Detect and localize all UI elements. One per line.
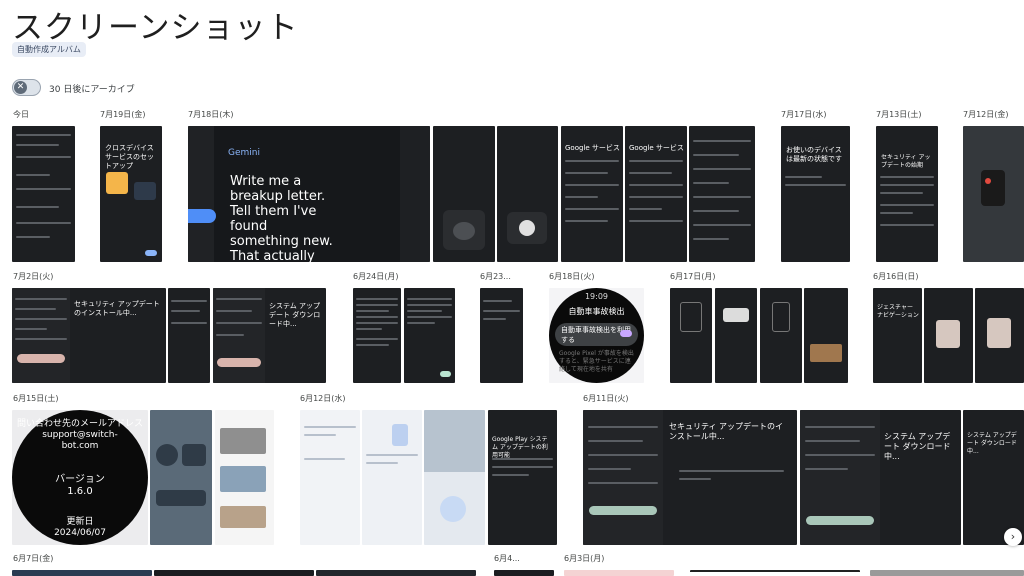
screenshot-thumbnail[interactable] xyxy=(12,570,152,576)
watch-text: 問い合わせ先のメールアドレス xyxy=(16,419,143,429)
screenshot-thumbnail[interactable] xyxy=(150,410,212,545)
screenshot-thumbnail[interactable] xyxy=(316,570,476,576)
screenshot-thumbnail[interactable]: システム アップデート ダウンロード中... xyxy=(800,410,961,545)
screenshot-thumbnail[interactable] xyxy=(670,288,712,383)
date-heading: 今日 xyxy=(13,110,29,119)
date-heading: 6月12日(水) xyxy=(300,394,346,403)
gemini-prompt-text: Write me a breakup letter. Tell them I'v… xyxy=(230,174,333,262)
screenshot-thumbnail[interactable] xyxy=(300,410,360,545)
tile-heading: クロスデバイス サービスのセットアップ xyxy=(105,144,154,170)
screenshot-thumbnail[interactable]: Google サービス xyxy=(561,126,623,262)
screenshot-thumbnail[interactable]: ジェスチャー ナビゲーション xyxy=(873,288,922,383)
screenshot-thumbnail[interactable] xyxy=(12,126,75,262)
date-heading: 6月4... xyxy=(494,554,520,563)
illustration xyxy=(188,209,216,223)
screenshot-thumbnail[interactable] xyxy=(497,126,558,262)
date-heading: 7月19日(金) xyxy=(100,110,146,119)
date-heading: 6月3日(月) xyxy=(564,554,605,563)
screenshot-thumbnail[interactable]: セキュリティ アップデートのインストール中... xyxy=(583,410,797,545)
screenshot-thumbnail[interactable] xyxy=(424,410,485,545)
date-heading: 7月18日(木) xyxy=(188,110,234,119)
screenshot-thumbnail[interactable] xyxy=(975,288,1024,383)
date-heading: 6月16日(日) xyxy=(873,272,919,281)
screenshot-thumbnail[interactable]: システム アップデート ダウンロード中... xyxy=(213,288,326,383)
archive-toggle[interactable]: ✕ xyxy=(12,79,41,96)
screenshot-thumbnail[interactable]: クロスデバイス サービスのセットアップ xyxy=(100,126,162,262)
screenshot-thumbnail[interactable] xyxy=(494,570,554,576)
screenshot-thumbnail[interactable]: 問い合わせ先のメールアドレス support@switch-bot.com バー… xyxy=(12,410,148,545)
date-heading: 6月23... xyxy=(480,272,511,281)
illustration xyxy=(134,182,156,200)
screenshot-thumbnail[interactable] xyxy=(924,288,973,383)
screenshot-thumbnail[interactable] xyxy=(433,126,495,262)
watch-email: support@switch-bot.com xyxy=(42,430,118,451)
date-heading: 7月13日(土) xyxy=(876,110,922,119)
page-title: スクリーンショット xyxy=(12,10,299,46)
wear-description: Google Pixel が事故を検出すると、緊急サービスに連絡して現在地を共有 xyxy=(559,350,634,373)
screenshot-thumbnail[interactable] xyxy=(564,570,674,576)
screenshot-thumbnail[interactable] xyxy=(760,288,802,383)
archive-toggle-label: 30 日後にアーカイブ xyxy=(49,85,135,95)
watch-updated-date: 2024/06/07 xyxy=(54,528,106,538)
tile-heading: システム アップデート ダウンロード中... xyxy=(884,432,951,461)
screenshot-thumbnail[interactable]: セキュリティ アップデートのインストール中... xyxy=(12,288,166,383)
close-icon: ✕ xyxy=(14,81,27,94)
screenshot-thumbnail[interactable]: セキュリティ アップデートの始期 xyxy=(876,126,938,262)
date-heading: 6月17日(月) xyxy=(670,272,716,281)
illustration xyxy=(106,172,128,194)
screenshot-thumbnail[interactable]: Gemini Write me a breakup letter. Tell t… xyxy=(188,126,430,262)
screenshot-thumbnail[interactable] xyxy=(404,288,455,383)
screenshot-thumbnail[interactable] xyxy=(353,288,401,383)
gemini-logo: Gemini xyxy=(228,148,260,158)
screenshot-thumbnail[interactable] xyxy=(362,410,422,545)
screenshot-thumbnail[interactable] xyxy=(154,570,314,576)
watch-updated-label: 更新日 xyxy=(66,517,94,527)
date-heading: 6月7日(金) xyxy=(13,554,54,563)
tile-heading: システム アップデート ダウンロード中... xyxy=(967,432,1017,455)
wear-toggle-row: 自動車事故検出を利用する xyxy=(555,323,638,346)
screenshot-thumbnail[interactable] xyxy=(215,410,274,545)
date-heading: 6月18日(火) xyxy=(549,272,595,281)
screenshot-thumbnail[interactable]: お使いのデバイスは最新の状態です xyxy=(781,126,850,262)
tile-heading: ジェスチャー ナビゲーション xyxy=(877,304,919,319)
tile-heading: セキュリティ アップデートのインストール中... xyxy=(74,300,160,317)
screenshot-thumbnail[interactable] xyxy=(689,126,755,262)
screenshot-thumbnail[interactable] xyxy=(168,288,210,383)
watch-version-label: バージョン xyxy=(55,474,105,485)
tile-heading: システム アップデート ダウンロード中... xyxy=(269,302,321,328)
screenshot-thumbnail[interactable]: Google サービス xyxy=(625,126,687,262)
date-heading: 7月12日(金) xyxy=(963,110,1009,119)
screenshot-thumbnail[interactable] xyxy=(480,288,523,383)
screenshot-thumbnail[interactable]: Google Play システム アップデートの利用可能 xyxy=(488,410,557,545)
toggle-switch xyxy=(620,330,632,337)
screenshot-thumbnail[interactable] xyxy=(870,570,1024,576)
date-heading: 7月2日(火) xyxy=(13,272,54,281)
scroll-right-button[interactable]: › xyxy=(1004,528,1022,546)
wear-title: 自動車事故検出 xyxy=(568,307,625,316)
album-chip[interactable]: 自動作成アルバム xyxy=(12,42,86,57)
screenshot-thumbnail[interactable]: 19:09 自動車事故検出 自動車事故検出を利用する Google Pixel … xyxy=(549,288,644,383)
watch-version: 1.6.0 xyxy=(67,486,93,497)
screenshot-thumbnail[interactable] xyxy=(715,288,757,383)
next-button xyxy=(145,250,157,256)
screenshot-thumbnail[interactable] xyxy=(963,126,1024,262)
date-heading: 6月15日(土) xyxy=(13,394,59,403)
screenshot-thumbnail[interactable]: システム アップデート ダウンロード中... xyxy=(963,410,1024,545)
date-heading: 7月17日(水) xyxy=(781,110,827,119)
clock-time: 19:09 xyxy=(584,292,609,301)
date-heading: 6月24日(月) xyxy=(353,272,399,281)
screenshot-thumbnail[interactable] xyxy=(690,570,860,576)
date-heading: 6月11日(火) xyxy=(583,394,629,403)
screenshot-thumbnail[interactable] xyxy=(804,288,848,383)
